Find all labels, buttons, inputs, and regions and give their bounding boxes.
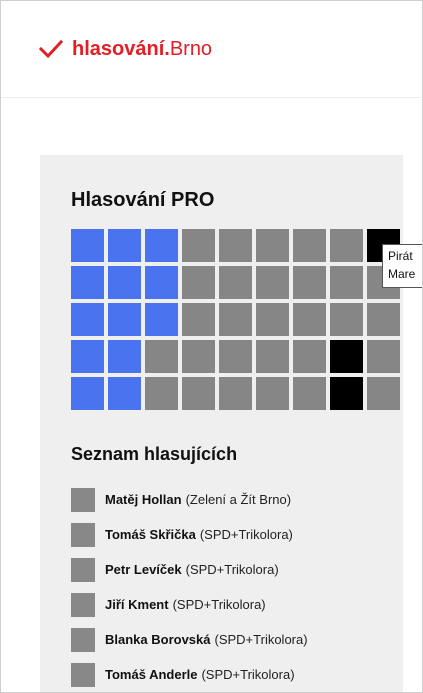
seat-black[interactable] xyxy=(330,377,363,410)
seat-gray[interactable] xyxy=(293,377,326,410)
seat-gray[interactable] xyxy=(367,377,400,410)
seat-gray[interactable] xyxy=(293,340,326,373)
seat-gray[interactable] xyxy=(293,266,326,299)
logo-text-strong: hlasování. xyxy=(72,38,170,60)
seat-blue[interactable] xyxy=(145,266,178,299)
voter-name: Tomáš Skřička xyxy=(105,527,196,542)
voter-name: Matěj Hollan xyxy=(105,492,182,507)
seat-gray[interactable] xyxy=(219,229,252,262)
seat-gray[interactable] xyxy=(182,340,215,373)
seat-blue[interactable] xyxy=(145,303,178,336)
seat-gray[interactable] xyxy=(330,229,363,262)
top-bar: hlasování. Brno xyxy=(1,1,422,97)
seat-gray[interactable] xyxy=(367,303,400,336)
voter-list: Matěj Hollan (Zelení a Žít Brno) Tomáš S… xyxy=(71,482,401,692)
list-item[interactable]: Petr Levíček (SPD+Trikolora) xyxy=(71,552,401,587)
voter-party: (SPD+Trikolora) xyxy=(185,562,279,577)
seat-gray[interactable] xyxy=(256,377,289,410)
tooltip-line-2: Mare xyxy=(388,267,416,281)
voter-party: (SPD+Trikolora) xyxy=(201,667,295,682)
list-item[interactable]: Tomáš Skřička (SPD+Trikolora) xyxy=(71,517,401,552)
seat-gray[interactable] xyxy=(219,303,252,336)
seat-gray[interactable] xyxy=(182,229,215,262)
voter-list-title: Seznam hlasujících xyxy=(71,444,238,464)
seat-gray[interactable] xyxy=(367,340,400,373)
seat-gray[interactable] xyxy=(182,303,215,336)
seat-gray[interactable] xyxy=(293,229,326,262)
party-color-swatch xyxy=(71,557,95,582)
seat-blue[interactable] xyxy=(71,303,104,336)
list-item[interactable]: Blanka Borovská (SPD+Trikolora) xyxy=(71,622,401,657)
seat-gray[interactable] xyxy=(219,377,252,410)
seat-tooltip: Pirát Mare xyxy=(382,244,422,288)
party-color-swatch xyxy=(71,627,95,652)
voter-name: Tomáš Anderle xyxy=(105,667,198,682)
voter-party: (Zelení a Žít Brno) xyxy=(185,492,292,507)
party-color-swatch xyxy=(71,662,95,687)
list-item[interactable]: Jiří Kment (SPD+Trikolora) xyxy=(71,587,401,622)
voter-party: (SPD+Trikolora) xyxy=(214,632,308,647)
voter-name: Jiří Kment xyxy=(105,597,169,612)
seat-blue[interactable] xyxy=(108,377,141,410)
seat-grid xyxy=(71,229,404,410)
seat-blue[interactable] xyxy=(71,377,104,410)
seat-gray[interactable] xyxy=(293,303,326,336)
seat-gray[interactable] xyxy=(145,340,178,373)
seat-gray[interactable] xyxy=(182,377,215,410)
site-logo[interactable]: hlasování. Brno xyxy=(39,37,212,61)
list-item[interactable]: Matěj Hollan (Zelení a Žít Brno) xyxy=(71,482,401,517)
vote-panel-title: Hlasování PRO xyxy=(71,189,215,211)
seat-blue[interactable] xyxy=(108,266,141,299)
tooltip-line-1: Pirát xyxy=(388,249,413,263)
seat-gray[interactable] xyxy=(256,340,289,373)
seat-gray[interactable] xyxy=(330,303,363,336)
voter-name: Petr Levíček xyxy=(105,562,182,577)
party-color-swatch xyxy=(71,487,95,512)
voter-name: Blanka Borovská xyxy=(105,632,211,647)
page-frame: hlasování. Brno Hlasování PRO Pirát Mare … xyxy=(0,0,423,693)
seat-blue[interactable] xyxy=(145,229,178,262)
list-item[interactable]: Tomáš Anderle (SPD+Trikolora) xyxy=(71,657,401,692)
seat-gray[interactable] xyxy=(182,266,215,299)
seat-gray[interactable] xyxy=(330,266,363,299)
seat-blue[interactable] xyxy=(71,340,104,373)
party-color-swatch xyxy=(71,522,95,547)
seat-blue[interactable] xyxy=(108,303,141,336)
voter-party: (SPD+Trikolora) xyxy=(172,597,266,612)
seat-gray[interactable] xyxy=(219,340,252,373)
seat-gray[interactable] xyxy=(256,266,289,299)
seat-gray[interactable] xyxy=(256,303,289,336)
checkmark-icon xyxy=(39,39,63,59)
seat-gray[interactable] xyxy=(219,266,252,299)
party-color-swatch xyxy=(71,592,95,617)
seat-gray[interactable] xyxy=(256,229,289,262)
seat-blue[interactable] xyxy=(108,229,141,262)
seat-black[interactable] xyxy=(330,340,363,373)
logo-text-light: Brno xyxy=(169,38,213,60)
seat-blue[interactable] xyxy=(71,266,104,299)
seat-blue[interactable] xyxy=(71,229,104,262)
seat-blue[interactable] xyxy=(108,340,141,373)
seat-gray[interactable] xyxy=(145,377,178,410)
voter-party: (SPD+Trikolora) xyxy=(199,527,293,542)
